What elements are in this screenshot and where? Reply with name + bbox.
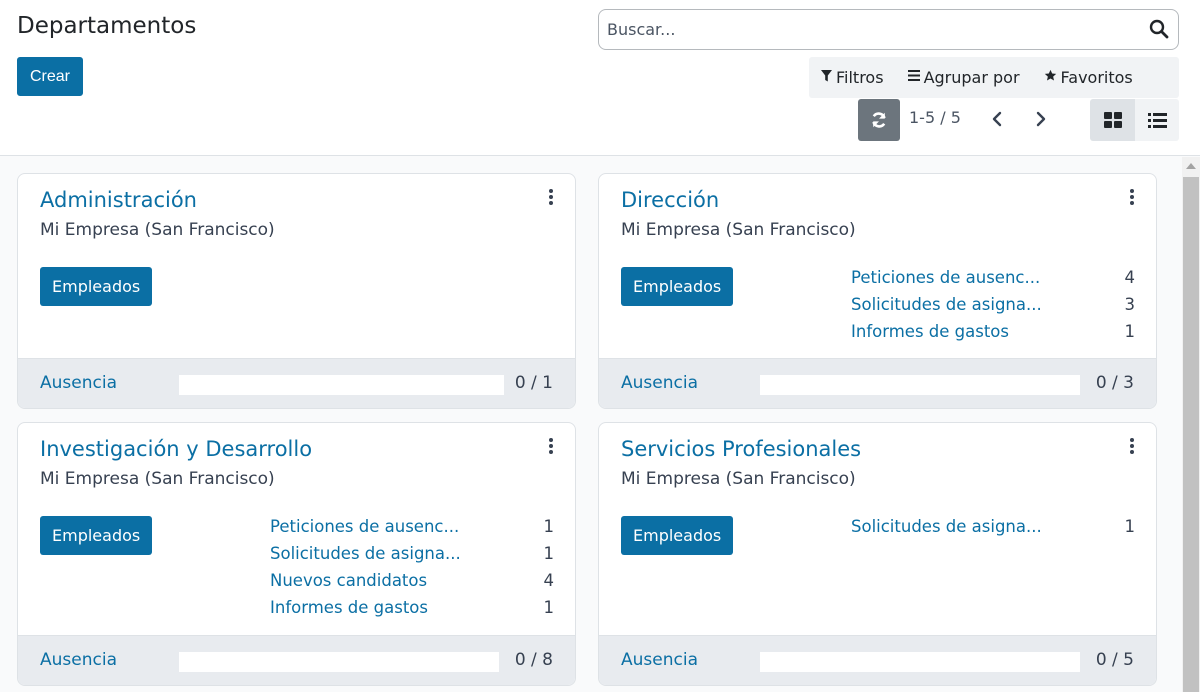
stat-count: 4 xyxy=(543,571,555,590)
stat-count: 3 xyxy=(1124,295,1136,314)
stat-count: 1 xyxy=(543,598,555,617)
stat-count: 1 xyxy=(543,544,555,563)
department-name[interactable]: Administración xyxy=(40,188,197,212)
card-footer: Ausencia 0 / 3 xyxy=(599,358,1156,408)
absence-label[interactable]: Ausencia xyxy=(621,650,698,670)
star-icon xyxy=(1044,69,1057,86)
stat-label[interactable]: Nuevos candidatos xyxy=(270,571,427,590)
department-name[interactable]: Dirección xyxy=(621,188,719,212)
absence-progress-bar xyxy=(760,375,1080,395)
absence-progress-bar xyxy=(760,652,1080,672)
pager-next-button[interactable] xyxy=(1030,108,1052,130)
stat-row[interactable]: Solicitudes de asigna... 3 xyxy=(851,295,1135,322)
company-name: Mi Empresa (San Francisco) xyxy=(621,469,856,489)
employees-button[interactable]: Empleados xyxy=(40,267,153,306)
list-view-button[interactable] xyxy=(1135,99,1179,141)
scroll-up-arrow-icon[interactable] xyxy=(1186,163,1196,169)
scrollbar[interactable] xyxy=(1182,157,1200,692)
absence-label[interactable]: Ausencia xyxy=(621,373,698,393)
stat-row[interactable]: Peticiones de ausenc... 1 xyxy=(270,517,554,544)
employees-button[interactable]: Empleados xyxy=(621,516,734,555)
kanban-content: Administración Mi Empresa (San Francisco… xyxy=(0,157,1182,692)
page-title: Departamentos xyxy=(17,13,197,39)
department-name[interactable]: Investigación y Desarrollo xyxy=(40,437,312,461)
company-name: Mi Empresa (San Francisco) xyxy=(40,469,275,489)
stat-label[interactable]: Solicitudes de asigna... xyxy=(851,295,1042,314)
stat-label[interactable]: Peticiones de ausenc... xyxy=(270,517,459,536)
stat-label[interactable]: Peticiones de ausenc... xyxy=(851,268,1040,287)
kanban-icon xyxy=(1103,112,1122,128)
control-panel: Departamentos Crear Filtros Agrupar por xyxy=(0,0,1200,156)
refresh-icon xyxy=(872,112,886,128)
stat-row[interactable]: Nuevos candidatos 4 xyxy=(270,571,554,598)
search-options-bar: Filtros Agrupar por Favoritos xyxy=(809,57,1179,98)
absence-label[interactable]: Ausencia xyxy=(40,373,117,393)
stat-row[interactable]: Peticiones de ausenc... 4 xyxy=(851,268,1135,295)
card-menu-icon[interactable] xyxy=(547,438,555,456)
kanban-view-button[interactable] xyxy=(1090,99,1135,141)
stat-label[interactable]: Solicitudes de asigna... xyxy=(270,544,461,563)
department-card[interactable]: Servicios Profesionales Mi Empresa (San … xyxy=(598,422,1157,686)
stat-label[interactable]: Informes de gastos xyxy=(851,322,1009,341)
stat-count: 1 xyxy=(1124,517,1136,536)
department-card[interactable]: Dirección Mi Empresa (San Francisco) Emp… xyxy=(598,173,1157,409)
stat-label[interactable]: Informes de gastos xyxy=(270,598,428,617)
company-name: Mi Empresa (San Francisco) xyxy=(621,220,856,240)
employees-button[interactable]: Empleados xyxy=(621,267,734,306)
search-icon[interactable] xyxy=(1149,19,1169,39)
card-menu-icon[interactable] xyxy=(547,189,555,207)
department-card[interactable]: Investigación y Desarrollo Mi Empresa (S… xyxy=(17,422,576,686)
chevron-right-icon xyxy=(1036,111,1046,127)
department-name[interactable]: Servicios Profesionales xyxy=(621,437,861,461)
chevron-left-icon xyxy=(992,111,1002,127)
filters-menu[interactable]: Filtros xyxy=(809,57,896,98)
stats-list: Peticiones de ausenc... 4 Solicitudes de … xyxy=(851,268,1135,349)
stat-count: 4 xyxy=(1124,268,1136,287)
search-input[interactable] xyxy=(607,10,1137,49)
group-by-label: Agrupar por xyxy=(923,68,1020,87)
stat-count: 1 xyxy=(543,517,555,536)
absence-label[interactable]: Ausencia xyxy=(40,650,117,670)
reload-button[interactable] xyxy=(858,99,900,141)
list-icon xyxy=(1147,112,1167,128)
card-footer: Ausencia 0 / 8 xyxy=(18,635,575,685)
stat-row[interactable]: Informes de gastos 1 xyxy=(270,598,554,625)
stats-list: Solicitudes de asigna... 1 xyxy=(851,517,1135,544)
card-footer: Ausencia 0 / 5 xyxy=(599,635,1156,685)
absence-count: 0 / 5 xyxy=(1095,650,1134,670)
card-footer: Ausencia 0 / 1 xyxy=(18,358,575,408)
stats-list: Peticiones de ausenc... 1 Solicitudes de … xyxy=(270,517,554,625)
absence-count: 0 / 3 xyxy=(1095,373,1134,393)
group-by-icon xyxy=(907,70,920,85)
stat-row[interactable]: Informes de gastos 1 xyxy=(851,322,1135,349)
favorites-menu[interactable]: Favoritos xyxy=(1032,57,1145,98)
stat-row[interactable]: Solicitudes de asigna... 1 xyxy=(851,517,1135,544)
stat-label[interactable]: Solicitudes de asigna... xyxy=(851,517,1042,536)
absence-count: 0 / 8 xyxy=(514,650,553,670)
card-menu-icon[interactable] xyxy=(1128,189,1136,207)
favorites-label: Favoritos xyxy=(1060,68,1133,87)
employees-button[interactable]: Empleados xyxy=(40,516,153,555)
absence-progress-bar xyxy=(179,652,499,672)
stat-count: 1 xyxy=(1124,322,1136,341)
stat-row[interactable]: Solicitudes de asigna... 1 xyxy=(270,544,554,571)
card-menu-icon[interactable] xyxy=(1128,438,1136,456)
filters-label: Filtros xyxy=(836,68,884,87)
absence-count: 0 / 1 xyxy=(514,373,553,393)
scrollbar-thumb[interactable] xyxy=(1183,177,1199,692)
search-box xyxy=(598,9,1179,50)
filter-icon xyxy=(821,69,832,86)
pager-previous-button[interactable] xyxy=(986,108,1008,130)
create-button[interactable]: Crear xyxy=(17,57,84,96)
absence-progress-bar xyxy=(179,375,504,395)
company-name: Mi Empresa (San Francisco) xyxy=(40,220,275,240)
department-card[interactable]: Administración Mi Empresa (San Francisco… xyxy=(17,173,576,409)
group-by-menu[interactable]: Agrupar por xyxy=(896,57,1032,98)
pager-value[interactable]: 1-5 / 5 xyxy=(909,108,961,127)
